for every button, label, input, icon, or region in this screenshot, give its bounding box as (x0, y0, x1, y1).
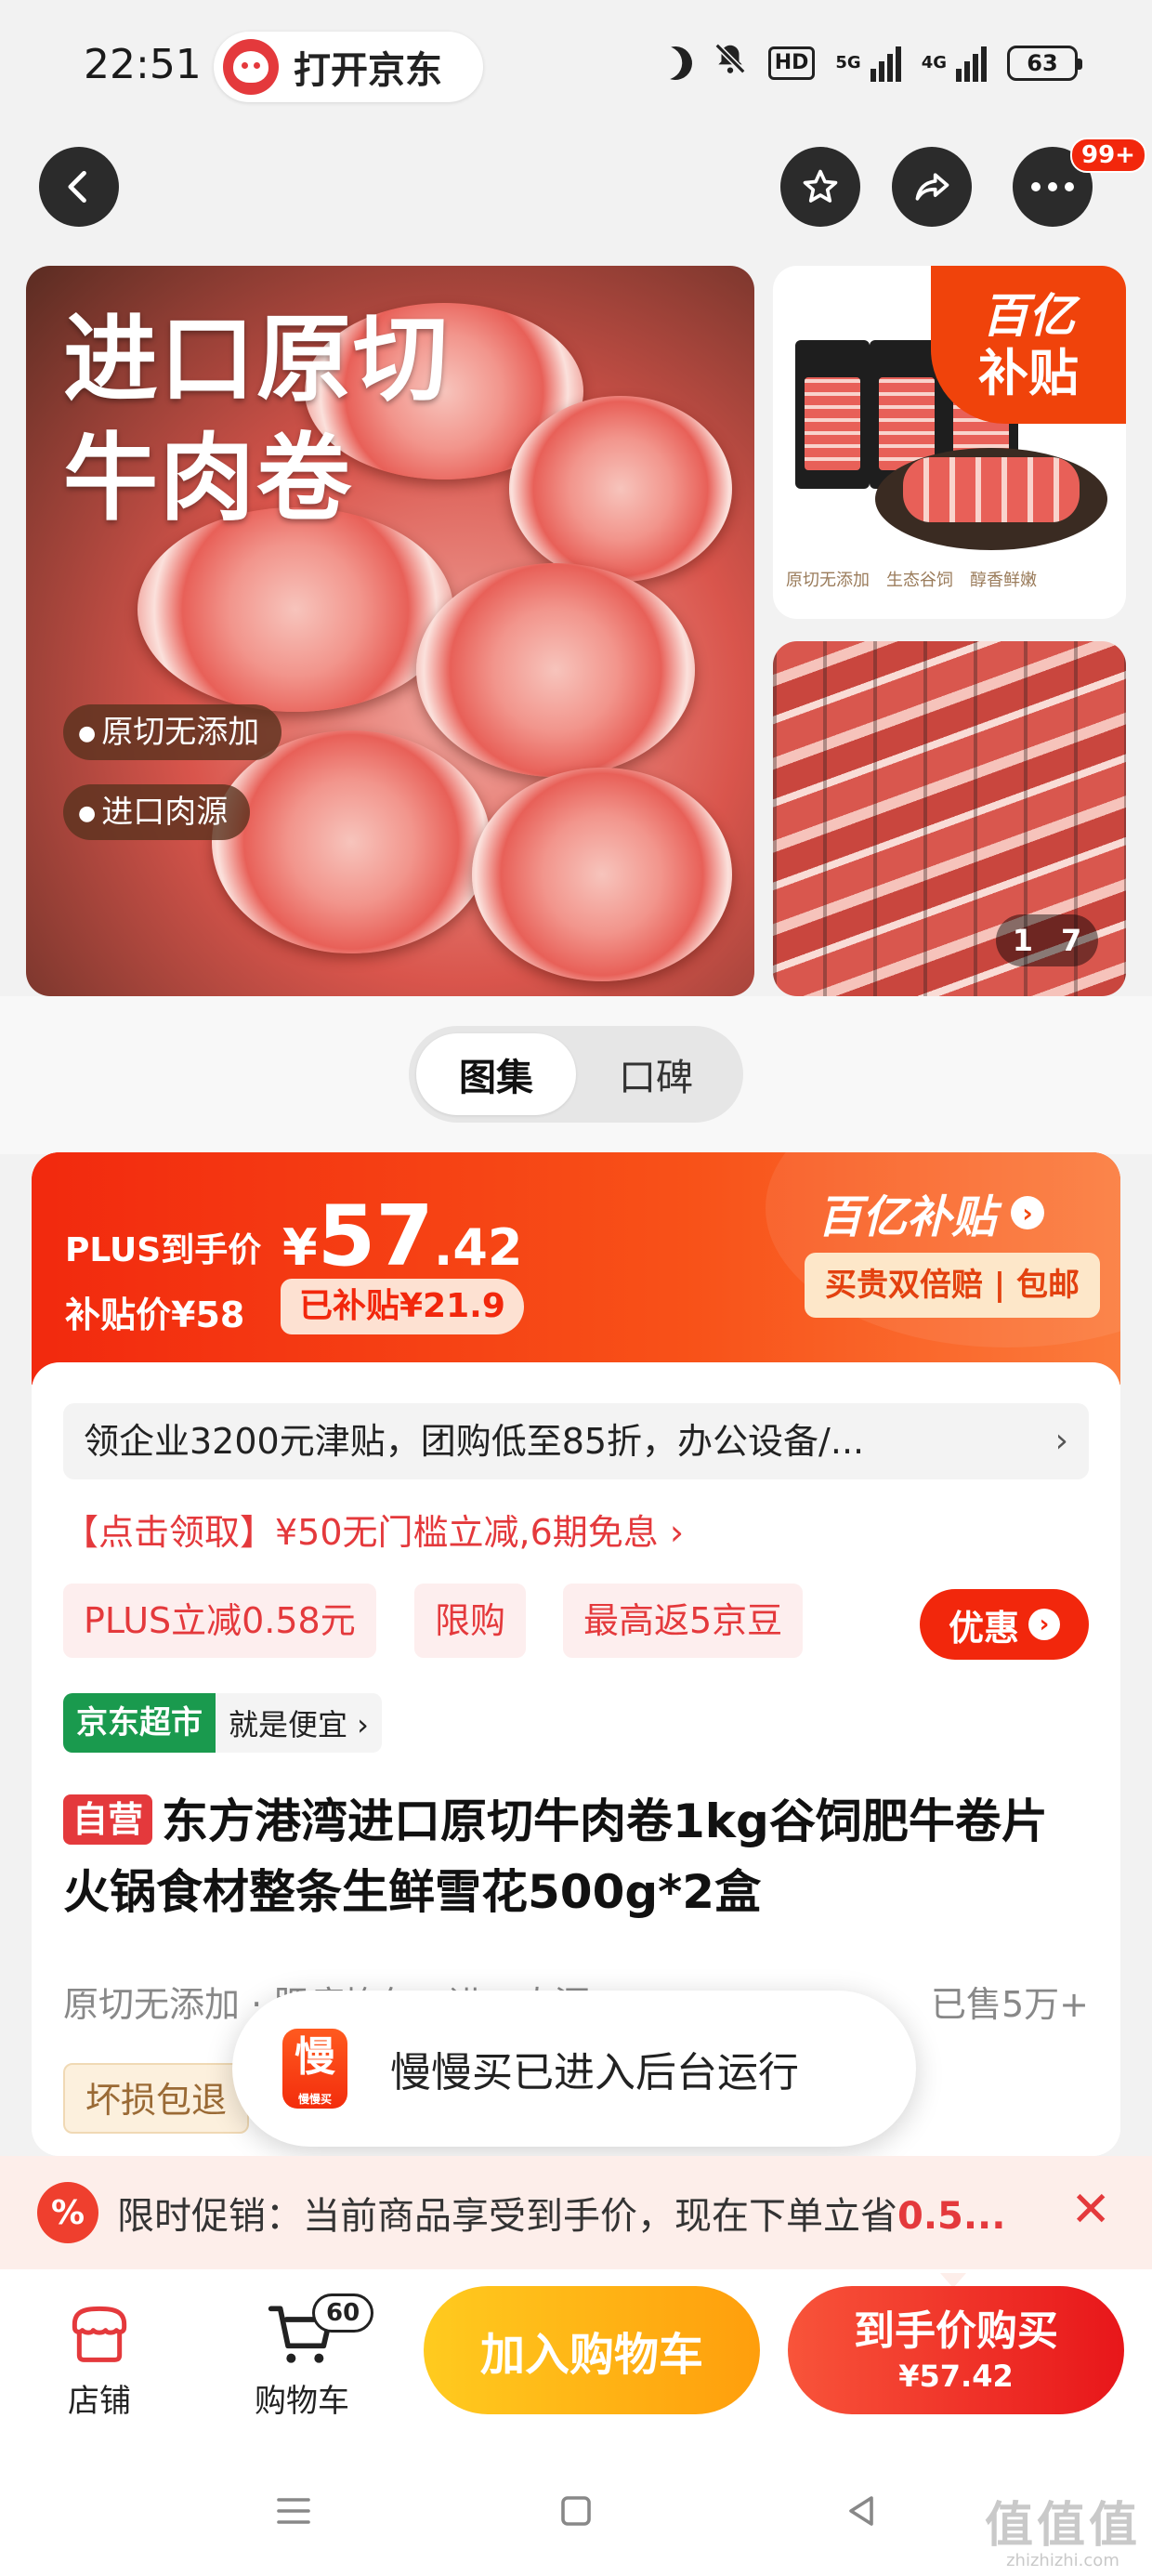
image-headline: 进口原切 牛肉卷 (63, 305, 450, 534)
billion-subsidy-link[interactable]: 百亿补贴 › (818, 1180, 1045, 1245)
network-4g-label: 4G (921, 53, 947, 72)
tab-reviews[interactable]: 口碑 (576, 1033, 736, 1115)
chevron-right-icon: › (1054, 1422, 1068, 1460)
back-button[interactable] (39, 147, 119, 227)
tabs-area: 图集 口碑 (0, 996, 1152, 1154)
thumbnail-package-image[interactable]: 百亿 补贴 原切无添加 生态谷饲 醇香鲜嫩 (773, 266, 1126, 619)
bottom-action-bar: 店铺 60 购物车 加入购物车 到手价购买 ¥57.42 (0, 2269, 1152, 2455)
shop-button[interactable]: 店铺 (30, 2292, 169, 2421)
cart-button[interactable]: 60 购物车 (232, 2292, 374, 2421)
meat-roll-image (472, 768, 732, 981)
star-icon (803, 169, 838, 203)
percent-icon: % (37, 2182, 98, 2243)
cart-label: 购物车 (255, 2383, 349, 2420)
enterprise-offer-bar[interactable]: 领企业3200元津贴，团购低至85折，办公设备/... › (63, 1403, 1089, 1479)
jd-supermarket-link[interactable]: 京东超市 就是便宜 › (63, 1693, 382, 1753)
meat-roll-image (212, 730, 491, 953)
shop-icon (72, 2306, 127, 2362)
back-nav-button[interactable] (806, 2455, 918, 2567)
menu-nav-button[interactable] (238, 2455, 349, 2567)
meat-roll-image (509, 396, 732, 582)
status-bar: 22:51 打开京东 HD 5G 4G 63 (0, 0, 1152, 130)
product-title: 自营 东方港湾进口原切牛肉卷1kg谷饲肥牛卷片火锅食材整条生鲜雪花500g*2盒 (63, 1794, 1048, 1919)
hd-voice-icon: HD (767, 46, 816, 80)
image-tag: 原切无添加 (63, 704, 282, 760)
tab-gallery[interactable]: 图集 (416, 1033, 576, 1115)
mute-icon (713, 41, 748, 85)
chevron-right-icon: › (1028, 1609, 1060, 1640)
image-gallery: 进口原切 牛肉卷 原切无添加 进口肉源 百亿 补贴 原切无添加 生态谷饲 醇香鲜… (0, 266, 1152, 996)
system-nav-bar: 值值值 zhizhizhi.com (0, 2455, 1152, 2576)
sold-count: 已售5万+ (930, 1984, 1089, 2025)
package-features: 原切无添加 生态谷饲 醇香鲜嫩 (786, 571, 1037, 590)
status-icons: HD 5G 4G 63 (659, 41, 1082, 85)
favorite-button[interactable] (780, 147, 860, 227)
meat-roll-image (416, 563, 695, 777)
signal-icon-2 (956, 45, 987, 82)
toast-message: 慢慢买已进入后台运行 (390, 2049, 799, 2096)
chevron-right-icon: › (1011, 1196, 1045, 1229)
plus-price-label: PLUS到手价 (65, 1231, 262, 1269)
home-square-icon (561, 2496, 591, 2526)
cart-count-badge: 60 (312, 2293, 374, 2333)
share-icon (915, 173, 949, 201)
menu-icon (277, 2498, 310, 2524)
supermarket-badge: 京东超市 (63, 1693, 216, 1753)
plus-discount-chip[interactable]: PLUS立减0.58元 (63, 1584, 376, 1658)
package-image (795, 340, 870, 489)
more-dots-icon (1031, 182, 1074, 191)
message-badge: 99+ (1070, 138, 1146, 173)
self-operated-badge: 自营 (63, 1794, 153, 1845)
shop-label: 店铺 (68, 2383, 131, 2420)
plate-rolls-image (903, 457, 1080, 522)
image-tag: 进口肉源 (63, 784, 251, 840)
limit-chip[interactable]: 限购 (414, 1584, 527, 1658)
coupon-link[interactable]: 【点击领取】¥50无门槛立减,6期免息 › (63, 1504, 684, 1555)
limited-promo-bar[interactable]: % 限时促销：当前商品享受到手价，现在下单立省0.5... ✕ (0, 2156, 1152, 2269)
jingdou-chip[interactable]: 最高返5京豆 (563, 1584, 804, 1658)
subsidy-corner-badge: 百亿 补贴 (931, 266, 1126, 424)
promo-message: 限时促销：当前商品享受到手价，现在下单立省0.5... (117, 2195, 1006, 2238)
open-jd-app-button[interactable]: 打开京东 (214, 32, 483, 102)
share-button[interactable] (892, 147, 972, 227)
watermark-logo: 值值值 zhizhizhi.com (984, 2498, 1141, 2570)
guarantee-chip: 买贵双倍赔 | 包邮 (805, 1253, 1100, 1318)
discount-button[interactable]: 优惠 › (920, 1589, 1089, 1660)
manmanmai-app-icon: 慢 慢慢买 (282, 2029, 347, 2109)
subsidy-amount-chip: 已补贴¥21.9 (281, 1279, 524, 1334)
home-nav-button[interactable] (520, 2455, 632, 2567)
open-jd-label: 打开京东 (294, 49, 442, 92)
status-time: 22:51 (84, 41, 202, 88)
thumbnail-grill-image[interactable]: 1 7 (773, 641, 1126, 996)
image-counter: 1 7 (996, 914, 1098, 966)
buy-now-button[interactable]: 到手价购买 ¥57.42 (788, 2286, 1124, 2414)
add-to-cart-button[interactable]: 加入购物车 (424, 2286, 760, 2414)
price-header: PLUS到手价 ¥57.42 补贴价¥58 已补贴¥21.9 百亿补贴 › 买贵… (32, 1152, 1120, 1385)
back-triangle-icon (849, 2496, 873, 2526)
battery-icon: 63 (1007, 45, 1082, 81)
do-not-disturb-icon (654, 41, 697, 84)
background-running-toast: 慢 慢慢买 慢慢买已进入后台运行 (232, 1991, 916, 2147)
gallery-tab-switch: 图集 口碑 (409, 1026, 743, 1123)
return-guarantee-chip: 坏损包退 (63, 2063, 250, 2134)
close-icon[interactable]: ✕ (1070, 2182, 1111, 2238)
chevron-left-icon (68, 170, 86, 204)
main-product-image[interactable]: 进口原切 牛肉卷 原切无添加 进口肉源 (26, 266, 754, 996)
plus-price: ¥57.42 (282, 1188, 523, 1285)
signal-icon (870, 45, 901, 82)
supermarket-slogan: 就是便宜 › (229, 1707, 369, 1742)
network-5g-label: 5G (835, 53, 861, 72)
jd-logo-icon (223, 39, 279, 95)
subsidy-price-label: 补贴价¥58 (65, 1295, 245, 1335)
